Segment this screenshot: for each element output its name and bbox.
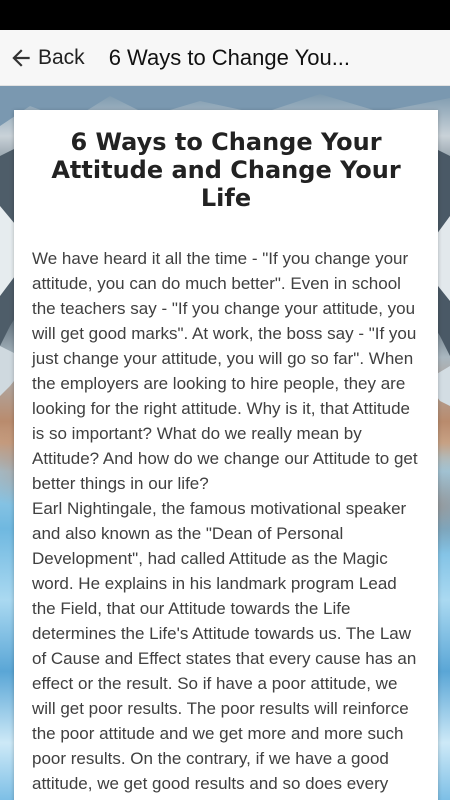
article-paragraph: We have heard it all the time - "If you …	[32, 249, 418, 493]
arrow-left-icon	[12, 48, 30, 67]
back-button[interactable]: Back	[0, 30, 97, 86]
back-label: Back	[38, 45, 85, 69]
article-card: 6 Ways to Change Your Attitude and Chang…	[14, 110, 438, 800]
article-body: We have heard it all the time - "If you …	[32, 246, 420, 800]
app-bar: Back 6 Ways to Change You...	[0, 30, 450, 86]
article-paragraph: Earl Nightingale, the famous motivationa…	[32, 499, 417, 800]
status-bar	[0, 0, 450, 30]
page-title: 6 Ways to Change You...	[108, 44, 351, 70]
article-title: 6 Ways to Change Your Attitude and Chang…	[51, 128, 401, 212]
